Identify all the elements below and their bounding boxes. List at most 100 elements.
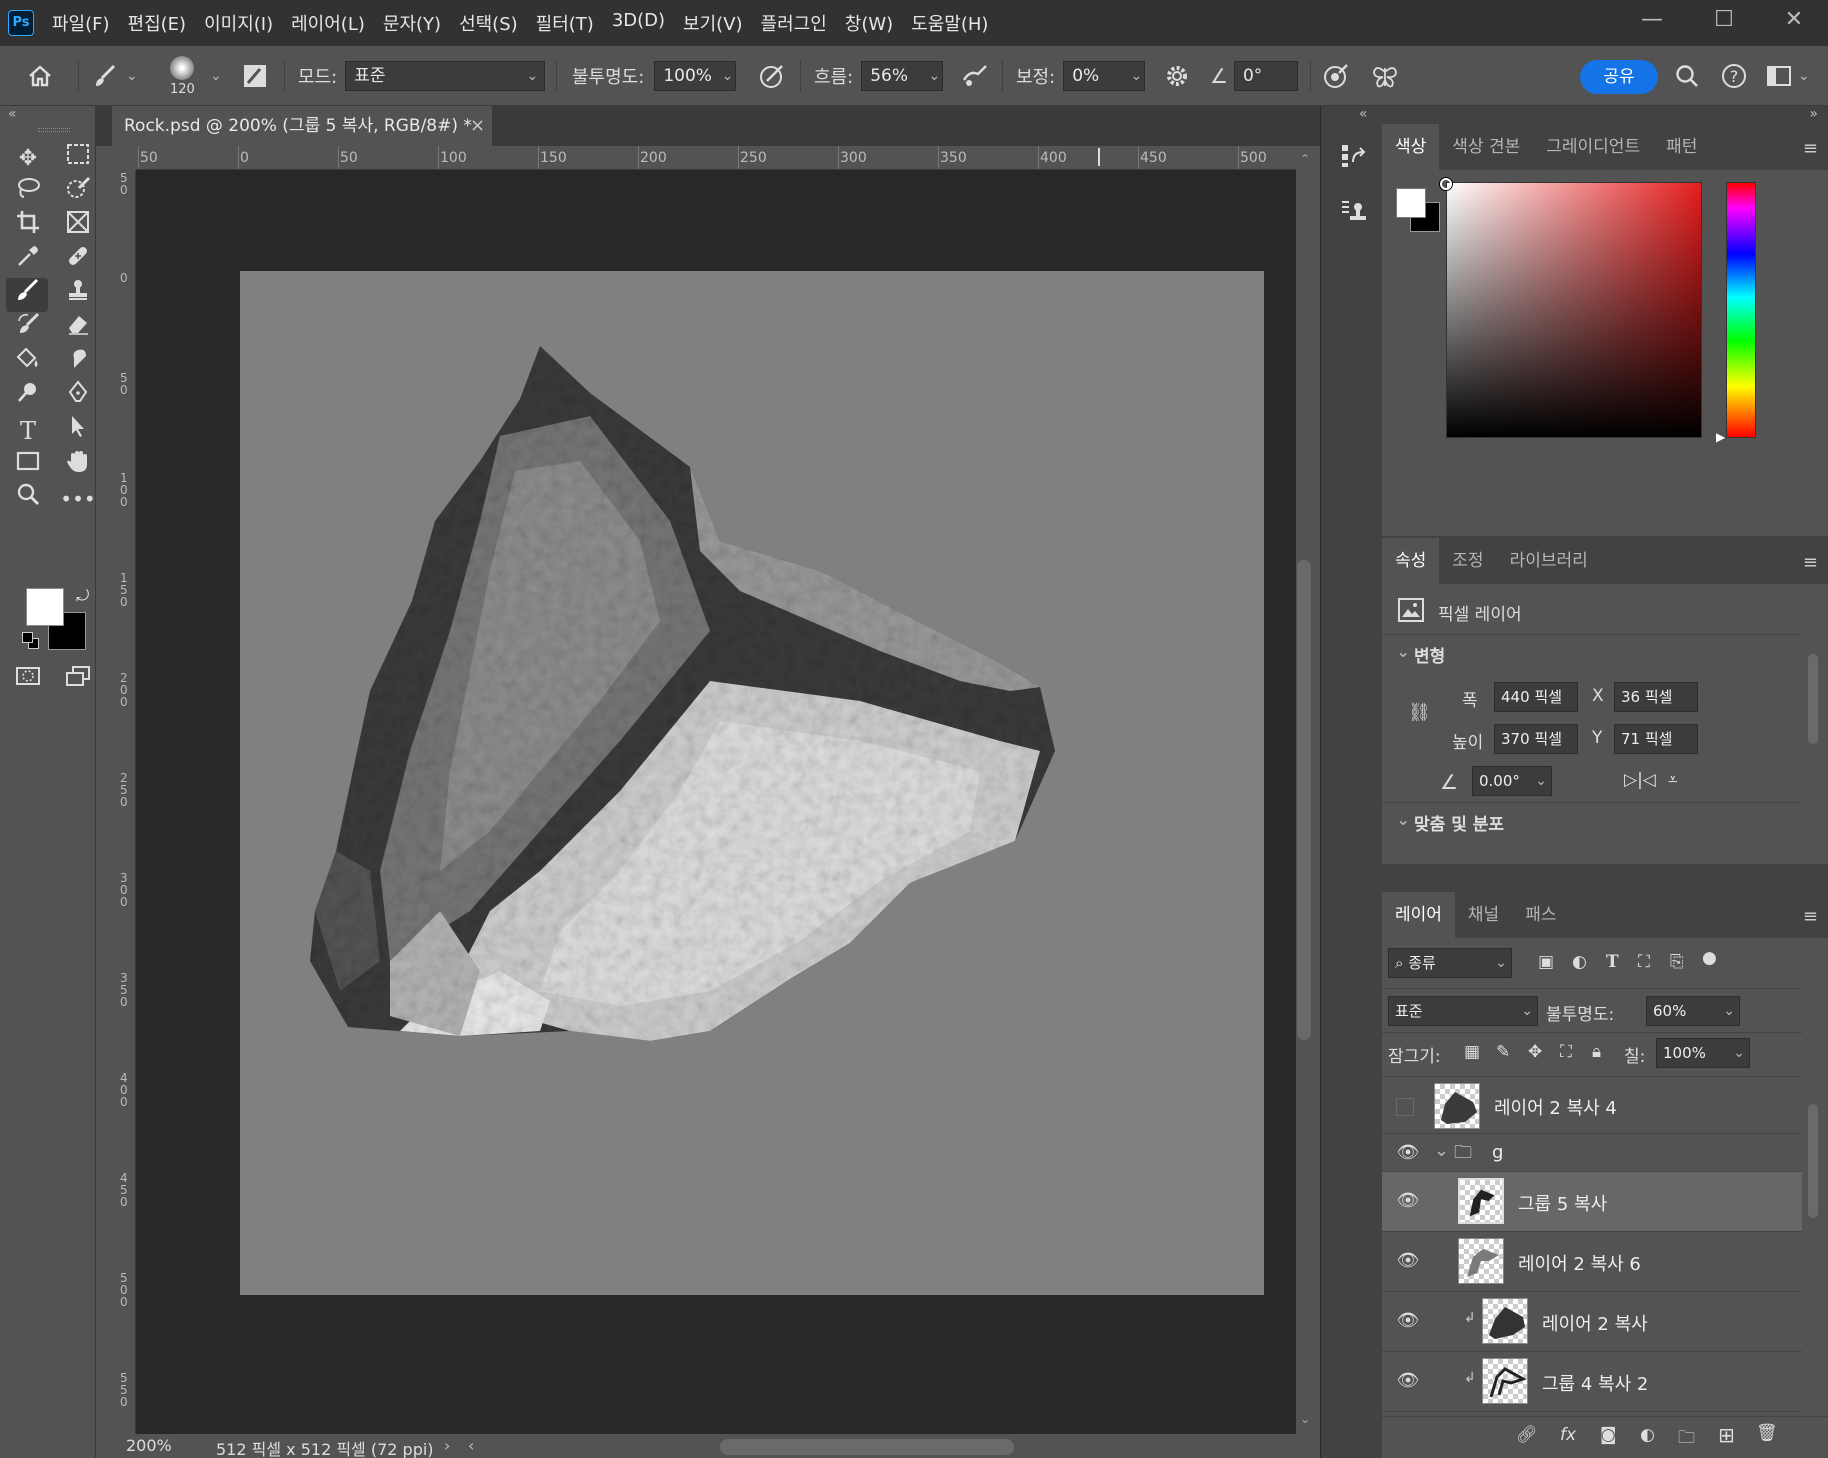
rectangle-tool-icon[interactable] (10, 448, 46, 482)
dodge-tool-icon[interactable] (10, 380, 46, 414)
share-button[interactable]: 공유 (1580, 60, 1658, 94)
document-info[interactable]: 512 픽셀 x 512 픽셀 (72 ppi) (216, 1436, 434, 1458)
menu-filter[interactable]: 필터(T) (536, 10, 594, 36)
layer-row-selected[interactable]: 👁︎ 그룹 5 복사 (1382, 1172, 1802, 1232)
foreground-color-swatch[interactable] (26, 588, 64, 626)
path-selection-tool-icon[interactable] (60, 414, 96, 448)
screen-mode-icon[interactable] (60, 664, 96, 698)
transform-section-header[interactable]: 변형 (1414, 642, 1445, 667)
visibility-toggle-off[interactable] (1396, 1098, 1414, 1116)
zoom-tool-icon[interactable] (10, 482, 46, 516)
eye-icon[interactable]: 👁︎ (1396, 1310, 1420, 1331)
expand-panels-icon[interactable]: » (1809, 106, 1818, 122)
panel-menu-icon[interactable]: ≡ (1803, 138, 1818, 159)
menu-type[interactable]: 문자(Y) (383, 10, 441, 36)
layer-group-row[interactable]: 👁︎ ⌄ 🗀 g (1382, 1134, 1802, 1172)
eye-icon[interactable]: 👁︎ (1396, 1370, 1420, 1391)
marquee-tool-icon[interactable] (60, 142, 96, 176)
color-foreground-swatch[interactable] (1396, 188, 1426, 218)
pen-tool-icon[interactable] (60, 380, 96, 414)
collapse-toolbar-icon[interactable]: « (8, 106, 17, 122)
menu-image[interactable]: 이미지(I) (204, 10, 273, 36)
mode-select[interactable]: 표준 ⌄ (345, 61, 546, 91)
scroll-up-icon[interactable]: ⌃ (1300, 152, 1310, 166)
filter-smart-objects-icon[interactable]: ⎘ (1670, 952, 1684, 972)
menu-layer[interactable]: 레이어(L) (291, 10, 365, 36)
color-picker-handle[interactable] (1440, 178, 1452, 190)
lock-transparent-pixels-icon[interactable]: ▦ (1464, 1042, 1480, 1062)
smudge-tool-icon[interactable] (60, 346, 96, 380)
new-layer-icon[interactable]: ⊞ (1718, 1423, 1735, 1447)
chevron-down-icon[interactable]: ⌄ (1396, 810, 1410, 830)
width-field[interactable]: 440 픽셀 (1494, 682, 1578, 712)
lock-image-pixels-icon[interactable]: ✎ (1496, 1042, 1510, 1062)
ruler-origin[interactable] (116, 146, 136, 170)
adjustment-layer-icon[interactable]: ◐ (1640, 1425, 1655, 1445)
link-dimensions-icon[interactable]: ⛓ (1408, 702, 1431, 723)
hand-tool-icon[interactable] (60, 448, 96, 482)
flip-vertical-icon[interactable]: ⩡ (1668, 770, 1678, 790)
menu-plugins[interactable]: 플러그인 (761, 10, 827, 36)
tab-adjustments[interactable]: 조정 (1439, 538, 1496, 584)
clone-stamp-tool-icon[interactable] (60, 278, 96, 312)
filter-toggle-icon[interactable]: ● (1702, 948, 1717, 968)
layer-filter-select[interactable]: ⌕ 종류 ⌄ (1388, 948, 1512, 978)
tab-channels[interactable]: 채널 (1455, 892, 1512, 938)
align-distribute-section-header[interactable]: 맞춤 및 분포 (1414, 810, 1504, 835)
layer-row[interactable]: 👁︎ 레이어 2 복사 6 (1382, 1232, 1802, 1292)
y-field[interactable]: 71 픽셀 (1614, 724, 1698, 754)
panel-menu-icon[interactable]: ≡ (1803, 906, 1818, 927)
fx-icon[interactable]: fx (1560, 1425, 1576, 1445)
properties-scroll-thumb[interactable] (1808, 654, 1818, 744)
scroll-left-icon[interactable]: ‹ (468, 1436, 474, 1455)
layer-row[interactable]: 레이어 2 복사 4 (1382, 1078, 1802, 1134)
menu-file[interactable]: 파일(F) (52, 10, 110, 36)
layers-scrollbar[interactable] (1806, 1082, 1820, 1412)
tab-libraries[interactable]: 라이브러리 (1497, 538, 1601, 584)
brush-settings-icon[interactable] (242, 46, 268, 106)
smoothing-field[interactable]: 0% ⌄ (1063, 61, 1146, 91)
pressure-opacity-icon[interactable] (758, 46, 786, 106)
collapse-strip-icon[interactable]: « (1359, 106, 1368, 122)
history-brush-tool-icon[interactable] (10, 312, 46, 346)
vertical-ruler[interactable]: 50 0 50 100 150 200 250 300 350 400 450 … (116, 170, 136, 1434)
lock-artboard-icon[interactable]: ⛶ (1560, 1042, 1572, 1062)
move-tool-icon[interactable]: ✥ (10, 142, 46, 176)
help-icon[interactable]: ? (1720, 46, 1748, 106)
flow-field[interactable]: 56% ⌄ (861, 61, 944, 91)
history-panel-icon[interactable] (1339, 142, 1367, 174)
brush-angle-field[interactable]: 0° (1233, 61, 1298, 91)
brush-preset-icon[interactable]: ⌄ (92, 46, 138, 106)
tab-paths[interactable]: 패스 (1512, 892, 1569, 938)
tab-properties[interactable]: 속성 (1382, 538, 1440, 584)
healing-brush-tool-icon[interactable] (60, 244, 96, 278)
document-tab[interactable]: Rock.psd @ 200% (그룹 5 복사, RGB/8#) * × (112, 106, 492, 146)
tab-layers[interactable]: 레이어 (1382, 892, 1455, 938)
trash-icon[interactable]: 🗑︎ (1756, 1423, 1778, 1443)
menu-view[interactable]: 보기(V) (683, 10, 742, 36)
x-field[interactable]: 36 픽셀 (1614, 682, 1698, 712)
zoom-level[interactable]: 200% (126, 1436, 172, 1455)
chevron-down-icon[interactable]: ⌄ (210, 68, 222, 84)
chevron-down-icon[interactable]: ⌄ (1434, 1140, 1449, 1161)
more-tools-icon[interactable]: ••• (60, 482, 96, 516)
eye-icon[interactable]: 👁︎ (1396, 1142, 1420, 1163)
clone-source-panel-icon[interactable] (1339, 198, 1367, 230)
pressure-size-icon[interactable] (1322, 46, 1350, 106)
hue-slider-handle-icon[interactable]: ▶ (1716, 430, 1725, 444)
layer-fill-field[interactable]: 100% ⌄ (1656, 1038, 1750, 1068)
height-field[interactable]: 370 픽셀 (1494, 724, 1578, 754)
filter-type-layers-icon[interactable]: T (1606, 952, 1619, 972)
gear-icon[interactable] (1164, 46, 1190, 106)
rotation-angle-field[interactable]: 0.00° ⌄ (1472, 766, 1552, 796)
flip-horizontal-icon[interactable]: ▷|◁ (1624, 770, 1656, 790)
crop-tool-icon[interactable] (10, 210, 46, 244)
document-canvas[interactable] (240, 271, 1264, 1295)
opacity-field[interactable]: 100% ⌄ (654, 61, 737, 91)
workspace-icon[interactable]: ⌄ (1766, 46, 1810, 106)
minimize-icon[interactable]: — (1624, 0, 1680, 40)
lock-all-icon[interactable]: 🔒︎ (1592, 1042, 1601, 1062)
lasso-tool-icon[interactable] (10, 176, 46, 210)
close-tab-icon[interactable]: × (470, 106, 485, 146)
filter-pixel-layers-icon[interactable]: ▣ (1538, 952, 1554, 972)
